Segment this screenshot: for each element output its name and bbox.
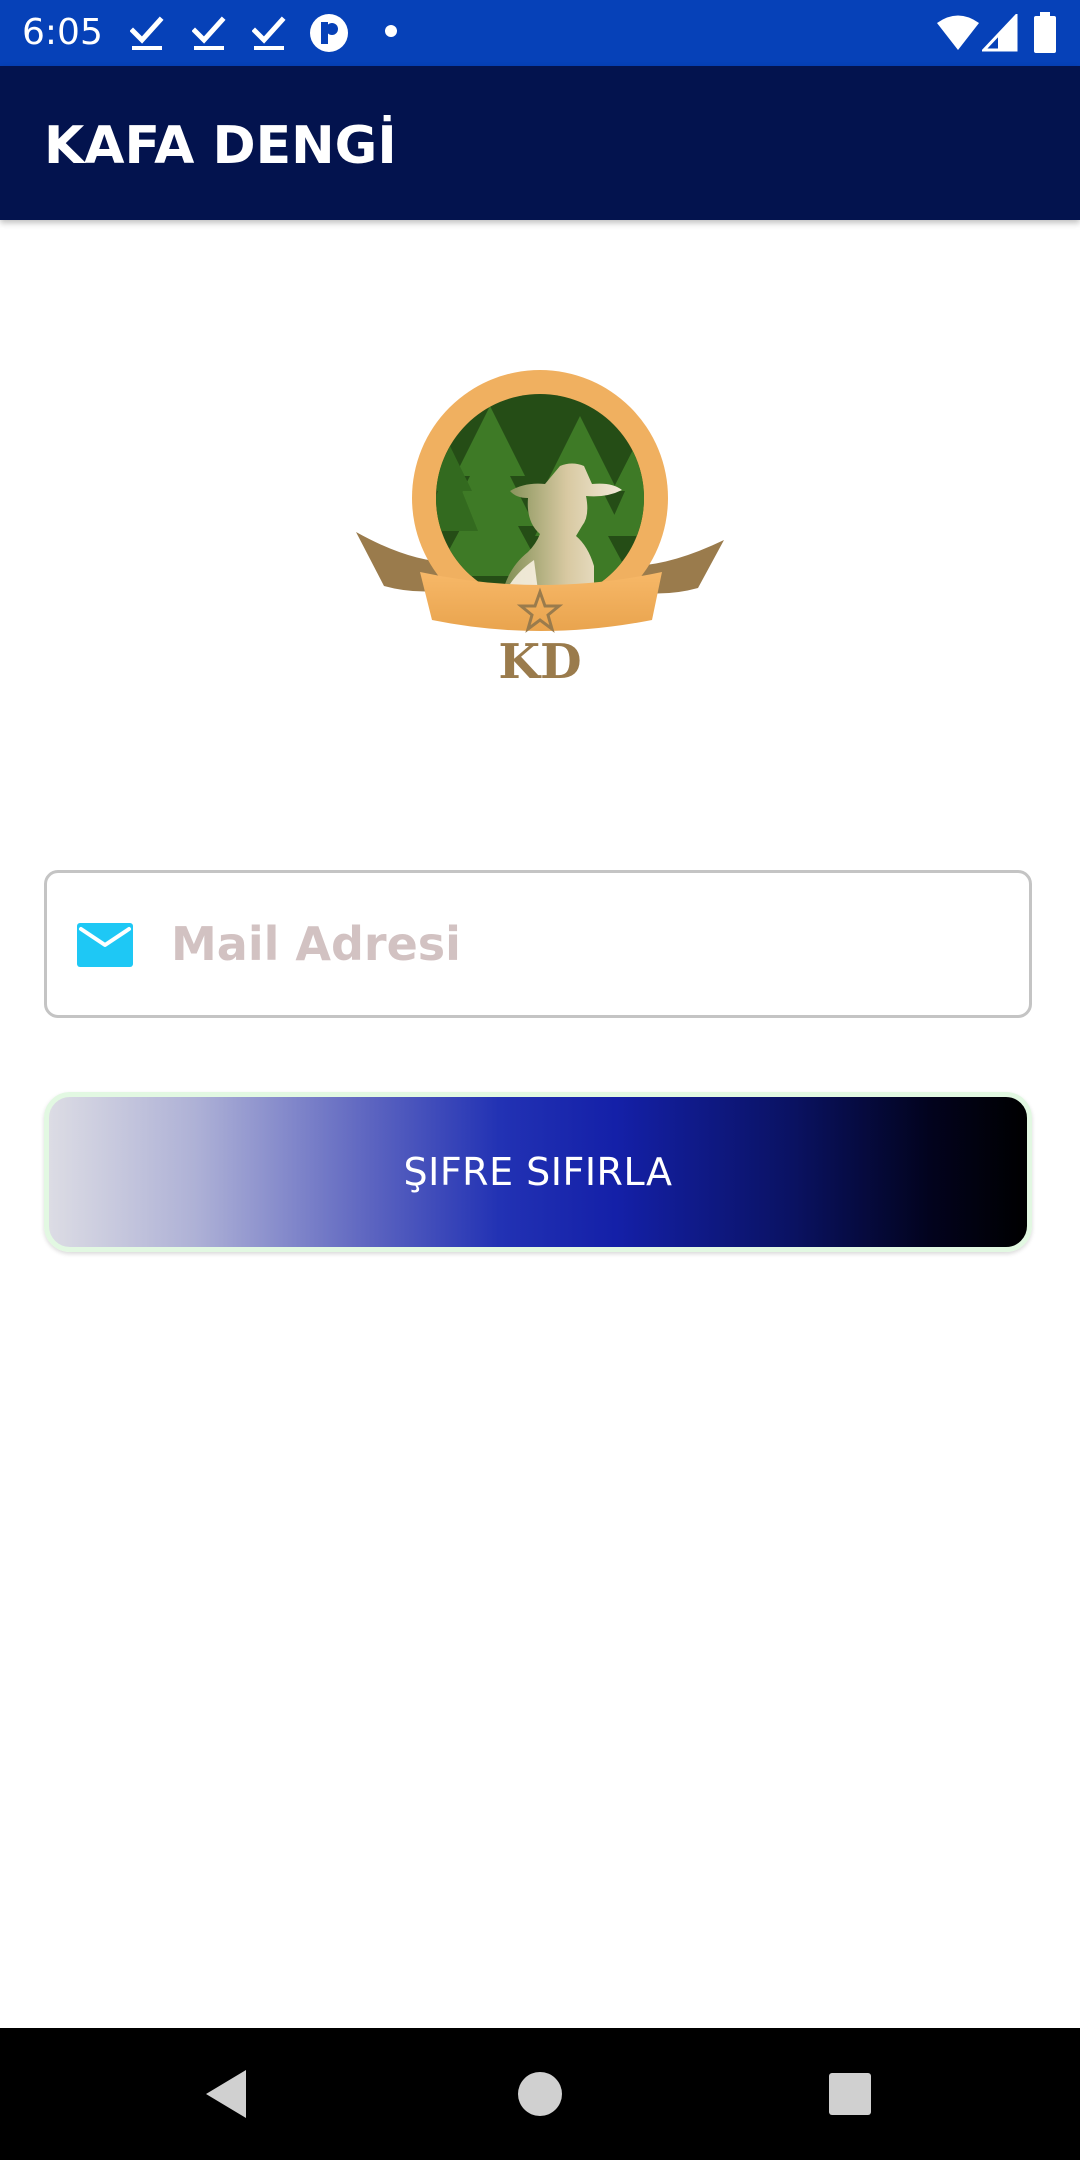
wifi-icon [937, 15, 979, 50]
email-input[interactable] [167, 873, 1011, 1015]
app-title: KAFA DENGİ [44, 116, 397, 176]
reset-password-button[interactable]: ŞIFRE SIFIRLA [44, 1092, 1032, 1252]
kafa-dengi-logo: KD [356, 370, 724, 686]
check-download-icon [252, 16, 286, 50]
dot-icon [385, 25, 397, 37]
app-bar: KAFA DENGİ [0, 66, 1080, 220]
check-download-icon [130, 16, 164, 50]
reset-password-label: ŞIFRE SIFIRLA [403, 1150, 673, 1194]
mail-icon [77, 923, 133, 967]
back-icon[interactable] [194, 2062, 258, 2126]
battery-icon [1034, 12, 1056, 53]
recents-icon[interactable] [818, 2062, 882, 2126]
navigation-bar [0, 2028, 1080, 2160]
p-circle-icon [310, 14, 348, 52]
home-icon[interactable] [508, 2062, 572, 2126]
status-bar: 6:05 [0, 0, 1080, 66]
status-time: 6:05 [22, 12, 103, 53]
svg-text:KD: KD [498, 634, 581, 686]
check-download-icon [192, 16, 226, 50]
email-field[interactable] [44, 870, 1032, 1018]
signal-icon [982, 14, 1018, 52]
